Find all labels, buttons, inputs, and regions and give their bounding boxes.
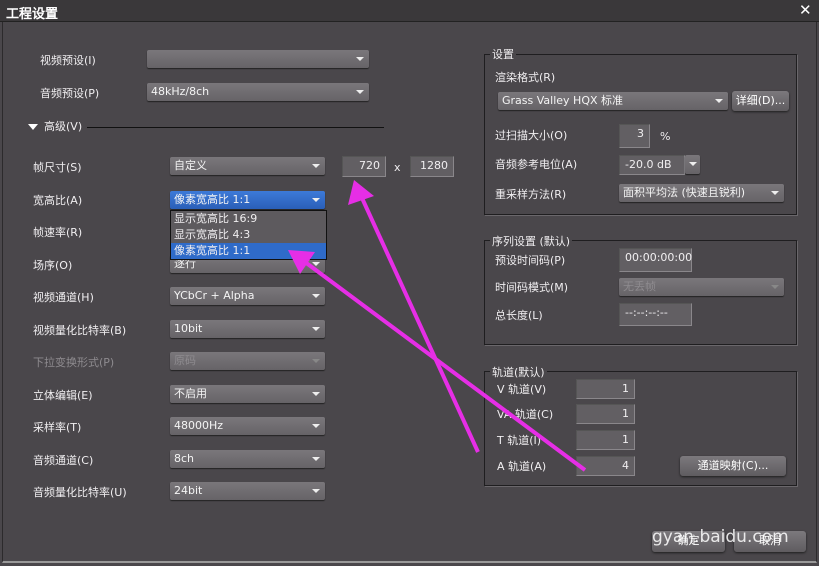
arrowhead-icon <box>348 180 374 205</box>
arrow-to-aspect-option <box>303 260 587 472</box>
arrowhead-icon <box>288 250 315 274</box>
arrow-to-frame-width <box>360 197 480 453</box>
annotation-arrows <box>288 180 587 472</box>
